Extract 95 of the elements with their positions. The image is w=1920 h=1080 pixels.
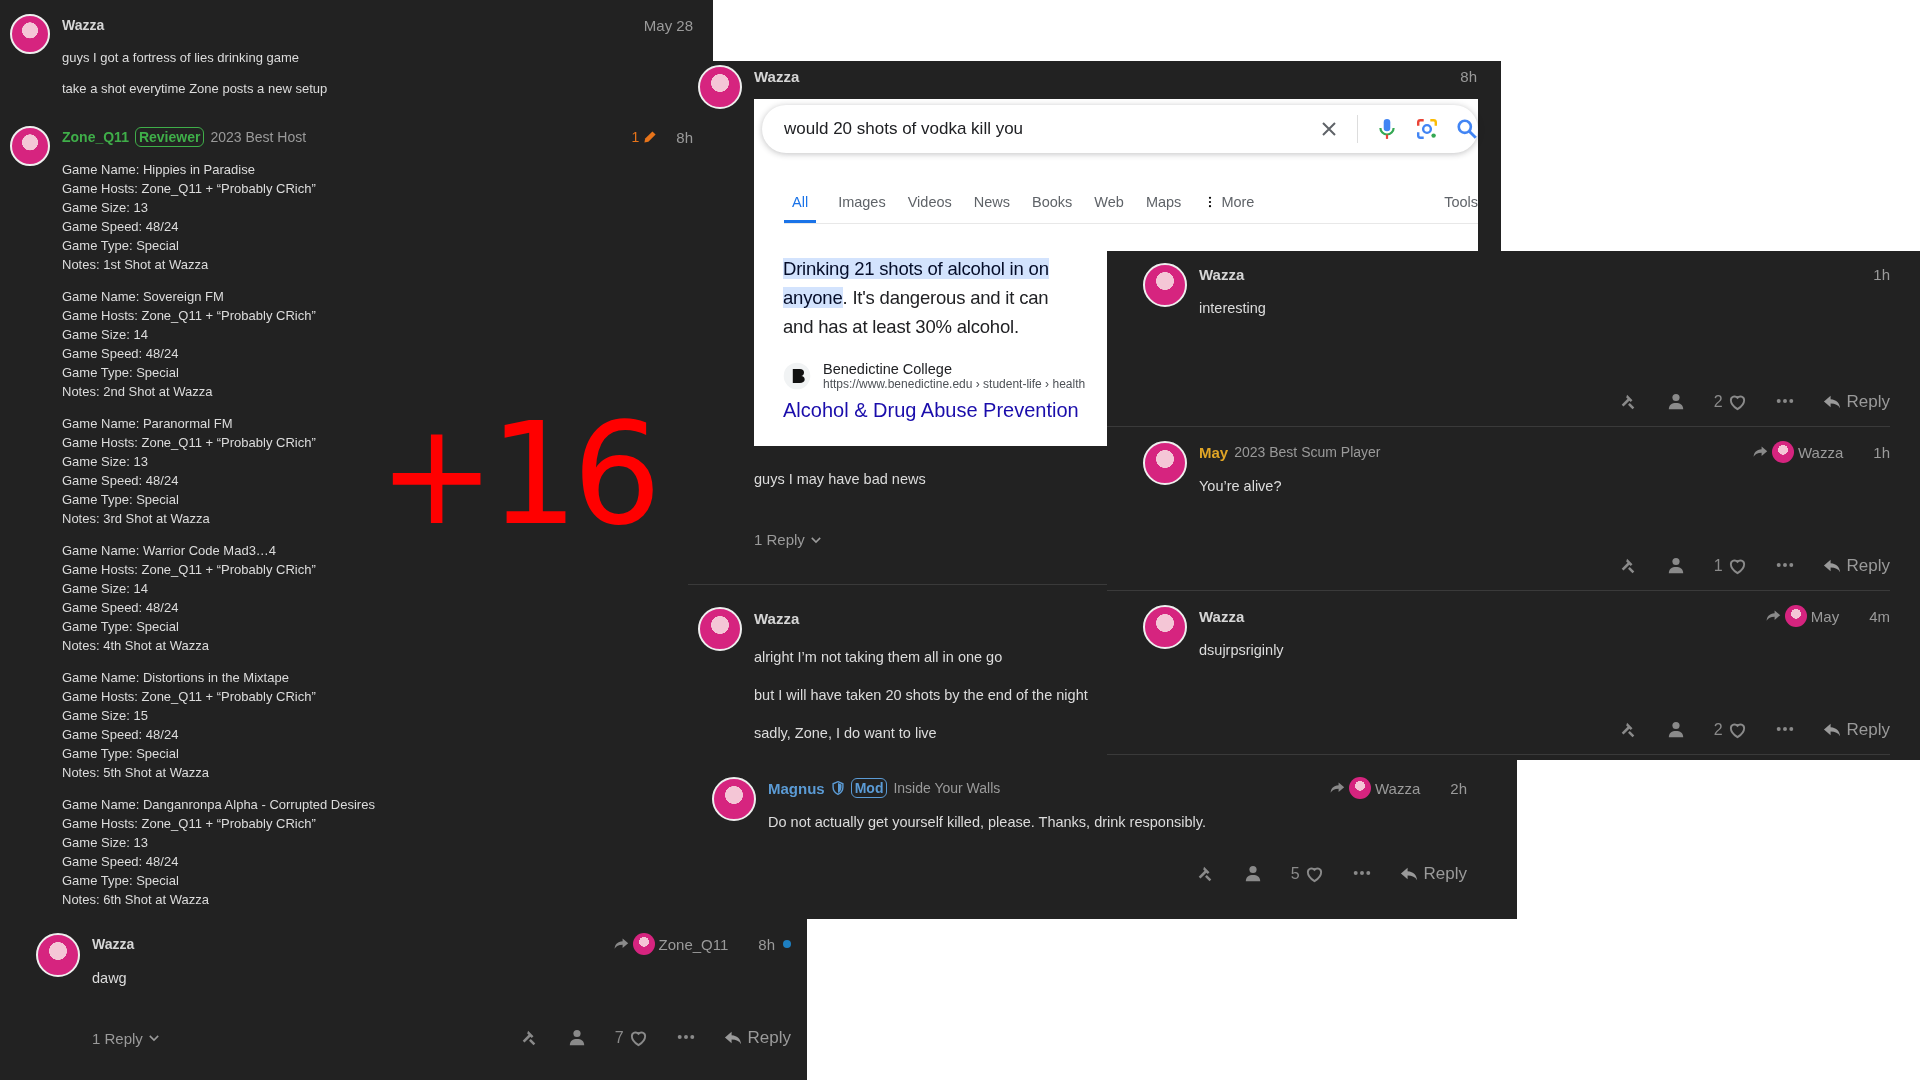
like-button[interactable]: 5	[1290, 864, 1324, 884]
username[interactable]: Wazza	[1199, 265, 1245, 283]
heart-icon	[1727, 720, 1747, 740]
avatar[interactable]	[698, 607, 742, 651]
heart-icon	[1727, 556, 1747, 576]
avatar[interactable]	[1143, 441, 1187, 485]
search-tab[interactable]: All	[784, 194, 817, 223]
replies-toggle[interactable]: 1 Reply	[92, 1029, 161, 1047]
like-button[interactable]: 7	[614, 1028, 648, 1048]
search-field[interactable]: would 20 shots of vodka kill you	[762, 105, 1478, 153]
post-text: guys I may have bad news	[754, 470, 926, 489]
mini-avatar	[632, 933, 655, 955]
username[interactable]: Wazza	[92, 936, 135, 952]
heart-icon	[628, 1028, 648, 1048]
user-title: 2023 Best Host	[210, 129, 307, 145]
username[interactable]: Magnus	[768, 779, 825, 797]
post-text: Game Name: Paranormal FM Game Hosts: Zone_Q11 + “Probably CRich” Game Size: 13 Game Speed: 48/24 Game Type: Special Notes: 3rd Shot at Wazza	[62, 415, 316, 528]
post-time[interactable]: 4m	[1869, 607, 1890, 625]
post-text: alright I’m not taking them all in one go	[754, 648, 1003, 667]
post-time[interactable]: 1h	[1873, 265, 1890, 283]
reply-button[interactable]: Reply	[1399, 864, 1467, 884]
pencil-icon	[642, 129, 659, 145]
avatar[interactable]	[36, 933, 80, 977]
result-link[interactable]: Alcohol & Drug Abuse Prevention	[783, 399, 1079, 422]
post-text: Game Name: Warrior Code Mad3…4 Game Hosts: Zone_Q11 + “Probably CRich” Game Size: 14 Game Speed: 48/24 Game Type: Special Notes: 4th Shot at Wazza	[62, 542, 316, 655]
avatar[interactable]	[698, 65, 742, 109]
search-tab[interactable]: More	[1203, 194, 1255, 223]
reply-to-link[interactable]: Wazza	[1752, 441, 1844, 463]
post-text: interesting	[1199, 299, 1266, 318]
post-text: You’re alive?	[1199, 477, 1282, 496]
post-text: guys I got a fortress of lies drinking game	[62, 49, 299, 67]
username[interactable]: Wazza	[754, 609, 800, 627]
username[interactable]: Zone_Q11	[62, 129, 129, 145]
post-time[interactable]: 1h	[1873, 443, 1890, 461]
avatar[interactable]	[1143, 605, 1187, 649]
username[interactable]: Wazza	[1199, 607, 1245, 625]
microphone-icon[interactable]	[1376, 118, 1398, 140]
post-time[interactable]: 8h	[676, 128, 693, 146]
user-flair: Reviewer	[134, 127, 205, 147]
username[interactable]: Wazza	[62, 17, 105, 33]
avatar[interactable]	[10, 126, 50, 166]
user-title: Inside Your Walls	[893, 780, 1001, 796]
search-tab[interactable]: News	[973, 194, 1011, 223]
like-button[interactable]: 2	[1713, 720, 1747, 740]
reply-button[interactable]: Reply	[1822, 556, 1890, 576]
camera-lens-icon[interactable]	[1416, 118, 1438, 140]
avatar[interactable]	[712, 777, 756, 821]
avatar[interactable]	[1143, 263, 1187, 307]
handwritten-annotation: +16	[378, 405, 656, 545]
mini-avatar	[1772, 441, 1794, 463]
like-button[interactable]: 1	[1713, 556, 1747, 576]
result-snippet-line: anyone. It's dangerous and it can	[783, 286, 1049, 310]
reply-button[interactable]: Reply	[1822, 392, 1890, 412]
search-tab[interactable]: Web	[1094, 194, 1124, 223]
user-title: 2023 Best Scum Player	[1234, 444, 1381, 460]
search-tab[interactable]: Videos	[907, 194, 952, 223]
like-button[interactable]: 2	[1713, 392, 1747, 412]
site-name: Benedictine College	[823, 361, 953, 377]
edit-count[interactable]: 1	[631, 129, 659, 145]
user-flair: Mod	[850, 778, 888, 798]
post-text: take a shot everytime Zone posts a new setup	[62, 80, 328, 98]
post-text: Game Name: Sovereign FM Game Hosts: Zone_Q11 + “Probably CRich” Game Size: 14 Game Speed: 48/24 Game Type: Special Notes: 2nd Shot at Wazza	[62, 288, 316, 401]
reply-button[interactable]: Reply	[723, 1028, 791, 1048]
search-tab[interactable]: Images	[838, 194, 886, 223]
reply-button[interactable]: Reply	[1822, 720, 1890, 740]
search-icon[interactable]	[1456, 118, 1478, 140]
post-text: Game Name: Danganronpa Alpha - Corrupted Desires Game Hosts: Zone_Q11 + “Probably CRich” Game Size: 13 Game Speed: 48/24 Game Type: Special Notes: 6th Shot at Wazza	[62, 796, 375, 909]
reply-to-link[interactable]: Zone_Q11	[612, 933, 729, 955]
site-logo-icon	[783, 362, 811, 390]
post-time[interactable]: 8h	[758, 935, 775, 953]
avatar[interactable]	[10, 14, 50, 54]
mini-avatar	[1349, 777, 1371, 799]
post-time[interactable]: 2h	[1450, 779, 1467, 797]
post-text: Do not actually get yourself killed, please. Thanks, drink responsibly.	[768, 813, 1206, 832]
post-text: but I will have taken 20 shots by the end of the night	[754, 686, 1088, 705]
post-text: Game Name: Hippies in Paradise Game Hosts: Zone_Q11 + “Probably CRich” Game Size: 13 Game Speed: 48/24 Game Type: Special Notes: 1st Shot at Wazza	[62, 161, 316, 274]
tools-tab[interactable]: Tools	[1438, 193, 1478, 223]
username[interactable]: Wazza	[754, 67, 800, 85]
heart-icon	[1727, 392, 1747, 412]
result-snippet-line: and has at least 30% alcohol.	[783, 315, 1019, 339]
result-url: https://www.benedictine.edu › student-life › health	[823, 377, 1086, 391]
search-tab[interactable]: Books	[1032, 194, 1073, 223]
mini-avatar	[1784, 605, 1807, 627]
reply-to-link[interactable]: Wazza	[1329, 777, 1421, 799]
post-text: sadly, Zone, I do want to live	[754, 724, 937, 743]
heart-icon	[1304, 864, 1324, 884]
post-text: Game Name: Distortions in the Mixtape Game Hosts: Zone_Q11 + “Probably CRich” Game Size: 15 Game Speed: 48/24 Game Type: Special Notes: 5th Shot at Wazza	[62, 669, 316, 782]
username[interactable]: May	[1199, 443, 1229, 461]
post-text: dsujrpsriginly	[1199, 641, 1284, 660]
post-time[interactable]: May 28	[643, 16, 693, 34]
reply-to-link[interactable]: May	[1764, 605, 1840, 627]
post-time[interactable]: 8h	[1460, 67, 1477, 85]
post-text: dawg	[92, 969, 127, 988]
search-tab[interactable]: Maps	[1145, 194, 1182, 223]
replies-toggle[interactable]: 1 Reply	[754, 531, 823, 548]
